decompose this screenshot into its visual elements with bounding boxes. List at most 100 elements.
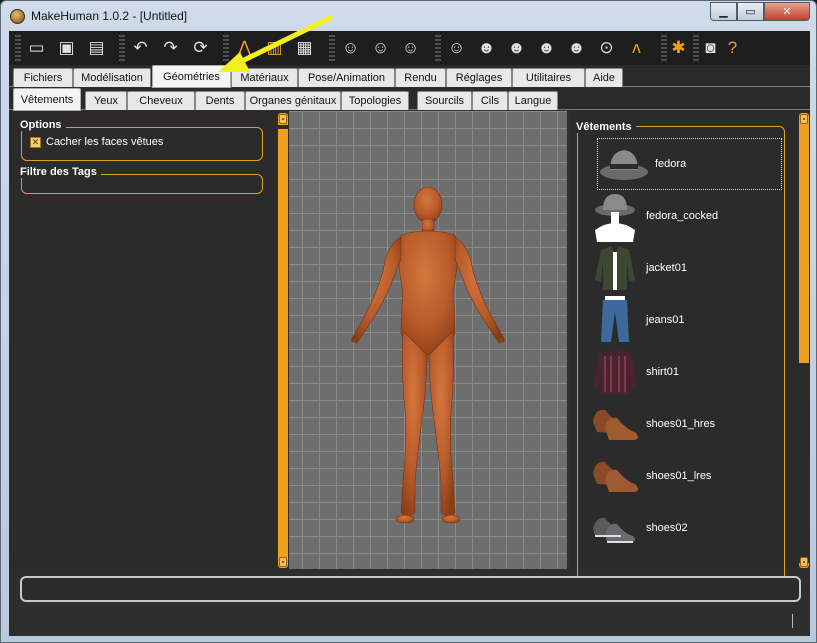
shirt-icon [589,346,641,398]
tab-réglages[interactable]: Réglages [446,68,512,87]
left-side-button[interactable]: ☻ [533,34,560,61]
minimize-icon: ▁ [719,6,728,18]
save-button[interactable]: ▣ [53,34,80,61]
clothes-item-shoes01-lres[interactable]: shoes01_lres [589,450,774,502]
subtab-cils[interactable]: Cils [472,91,508,110]
size-grip[interactable] [792,614,793,628]
scroll-up-icon[interactable] [800,114,808,124]
bottom-view-button[interactable]: ☻ [503,34,530,61]
smooth-button[interactable]: ▦ [291,34,318,61]
back-view-icon: ☺ [371,37,390,57]
scroll-up-icon[interactable] [279,114,287,124]
clothes-item-partial[interactable] [589,554,774,566]
right-panel: Vêtements fedora fedora_cocked jacket01 jea… [571,111,810,576]
reset-button[interactable]: ⟳ [187,34,214,61]
undo-icon: ↶ [133,37,148,57]
clothes-item-label: fedora_cocked [646,210,719,222]
tab-aide[interactable]: Aide [585,68,623,87]
tab-utilitaires[interactable]: Utilitaires [512,68,585,87]
screenshot-icon: ◙ [705,37,716,57]
bottom-view-icon: ☻ [507,37,526,57]
left-scrollbar[interactable] [278,113,288,568]
save-icon: ▣ [58,37,75,57]
background-button[interactable]: ▥ [261,34,288,61]
new-button[interactable]: ▭ [23,34,50,61]
clothes-item-shoes01-hres[interactable]: shoes01_hres [589,398,774,450]
subtab-organes-génitaux[interactable]: Organes génitaux [245,91,341,110]
redo-icon: ↷ [163,37,178,57]
symmetry-button[interactable]: ✱ [665,34,692,61]
back-view-button[interactable]: ☺ [367,34,394,61]
tab-modélisation[interactable]: Modélisation [73,68,151,87]
clothes-item-label: shoes01_lres [646,470,712,482]
clothing-thumbnail-icon [589,554,641,566]
window-controls: ▁ ▭ ✕ [710,2,810,21]
clothes-item-jacket01[interactable]: jacket01 [589,242,774,294]
subtab-langue[interactable]: Langue [508,91,558,110]
left-view-icon: ☺ [401,37,420,57]
makehuman-logo-icon [10,9,25,24]
tab-pose-animation[interactable]: Pose/Animation [298,68,395,87]
subtab-cheveux[interactable]: Cheveux [127,91,195,110]
right-side-button[interactable]: ☻ [563,34,590,61]
clothes-item-shoes02[interactable]: shoes02 [589,502,774,554]
tab-rendu[interactable]: Rendu [395,68,446,87]
help-icon: ? [727,37,738,57]
tab-fichiers[interactable]: Fichiers [13,68,73,87]
tag-filter-title: Filtre des Tags [20,166,101,178]
reset-camera-button[interactable]: ⊙ [593,34,620,61]
toolbar-separator [119,35,125,61]
right-view-button[interactable]: ☺ [443,34,470,61]
subtab-sourcils[interactable]: Sourcils [417,91,472,110]
sneakers-icon [589,502,641,554]
clothes-item-fedora[interactable]: fedora [597,138,782,190]
close-icon: ✕ [782,6,792,18]
subtab-dents[interactable]: Dents [195,91,245,110]
jeans-icon [589,294,641,346]
maximize-button[interactable]: ▭ [737,2,764,21]
app-window: MakeHuman 1.0.2 - [Untitled] ▁ ▭ ✕ ▭ ▣ ▤ ↶ ↷… [0,0,817,643]
clothes-item-fedora-cocked[interactable]: fedora_cocked [589,190,774,242]
hide-faces-checkbox[interactable]: ✕ [30,136,41,148]
front-view-button[interactable]: ☺ [337,34,364,61]
status-bar [20,576,801,602]
clothes-item-shirt01[interactable]: shirt01 [589,346,774,398]
3d-viewport[interactable] [289,111,567,569]
jacket-icon [589,242,641,294]
toolbar: ▭ ▣ ▤ ↶ ↷ ⟳ ⋀ ▥ ▦ ☺ ☺ ☺ ☺ ☻ ☻ ☻ ☻ ⊙ ᴧ ✱ ◙? [9,31,810,65]
toolbar-separator [329,35,335,61]
title-bar[interactable]: MakeHuman 1.0.2 - [Untitled] ▁ ▭ ✕ [1,1,816,31]
close-button[interactable]: ✕ [764,2,810,21]
left-side-icon: ☻ [537,37,556,57]
human-model [350,186,506,524]
main-tabs: Fichiers Modélisation Géométries Matériaux P… [9,65,810,88]
help-button[interactable]: ? [719,34,746,61]
scroll-down-icon[interactable] [800,557,808,567]
pose-button[interactable]: ᴧ [623,34,650,61]
smooth-icon: ▦ [296,37,313,57]
toolbar-separator [435,35,441,61]
hide-faces-option[interactable]: ✕ Cacher les faces vêtues [30,136,163,148]
shoes-icon [589,398,641,450]
new-icon: ▭ [28,37,45,57]
background-icon: ▥ [266,37,283,57]
right-scrollbar[interactable] [799,113,809,568]
minimize-button[interactable]: ▁ [710,2,737,21]
top-view-button[interactable]: ☻ [473,34,500,61]
right-side-icon: ☻ [567,37,586,57]
subtab-topologies[interactable]: Topologies [341,91,409,110]
undo-button[interactable]: ↶ [127,34,154,61]
left-view-button[interactable]: ☺ [397,34,424,61]
redo-button[interactable]: ↷ [157,34,184,61]
subtab-vêtements[interactable]: Vêtements [13,88,81,111]
hide-faces-label: Cacher les faces vêtues [46,136,164,148]
tab-matériaux[interactable]: Matériaux [231,68,298,87]
subtab-yeux[interactable]: Yeux [85,91,127,110]
scroll-down-icon[interactable] [279,557,287,567]
pose-icon: ᴧ [632,37,641,57]
clothes-item-jeans01[interactable]: jeans01 [589,294,774,346]
export-icon: ▤ [88,37,105,57]
tab-géométries[interactable]: Géométries [152,65,231,88]
wireframe-button[interactable]: ⋀ [231,34,258,61]
export-button[interactable]: ▤ [83,34,110,61]
